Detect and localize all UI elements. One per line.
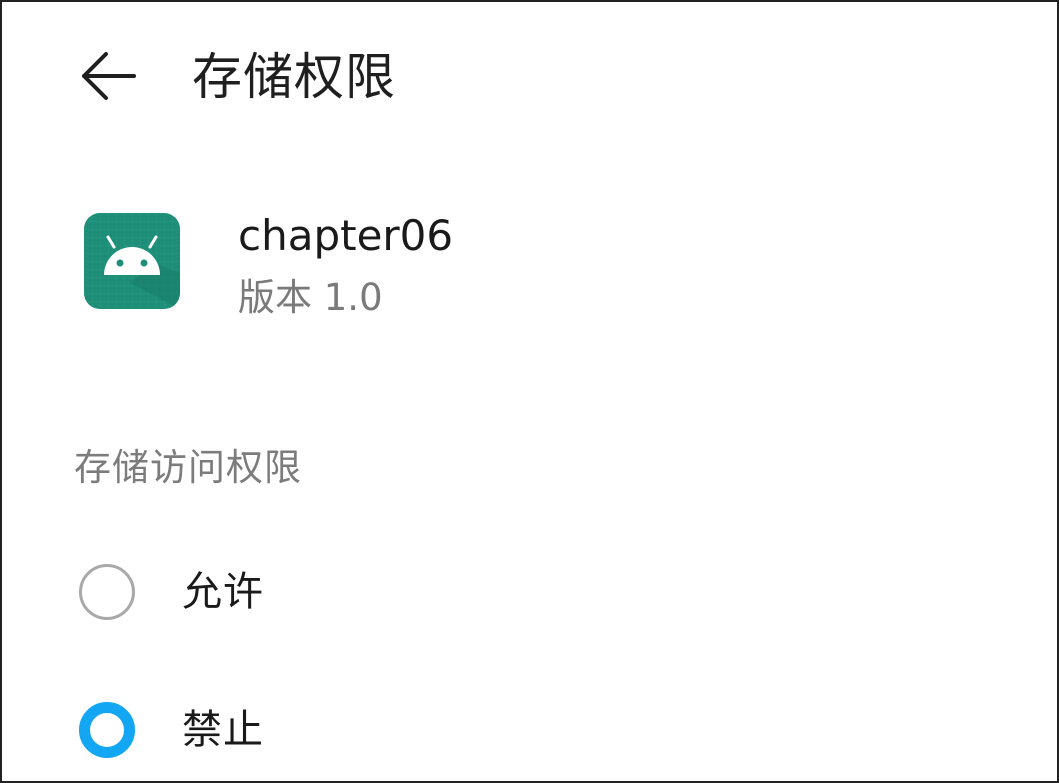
android-app-icon (84, 213, 180, 309)
app-name: chapter06 (238, 211, 454, 260)
section-label: 存储访问权限 (74, 446, 302, 489)
radio-option-allow[interactable]: 允许 (2, 547, 1057, 637)
app-bar: 存储权限 (2, 2, 1057, 152)
radio-label-allow: 允许 (182, 569, 264, 615)
radio-selected-icon[interactable] (79, 702, 135, 758)
radio-label-deny: 禁止 (182, 707, 264, 753)
permission-screen: 存储权限 chapter06 版本 1.0 存储访问权限 允许 禁止 (0, 0, 1059, 783)
back-arrow-icon[interactable] (78, 50, 138, 102)
radio-option-deny[interactable]: 禁止 (2, 685, 1057, 775)
app-version: 版本 1.0 (238, 276, 383, 319)
app-info: chapter06 版本 1.0 (2, 202, 1057, 332)
radio-unselected-icon[interactable] (79, 564, 135, 620)
page-title: 存储权限 (192, 48, 396, 106)
